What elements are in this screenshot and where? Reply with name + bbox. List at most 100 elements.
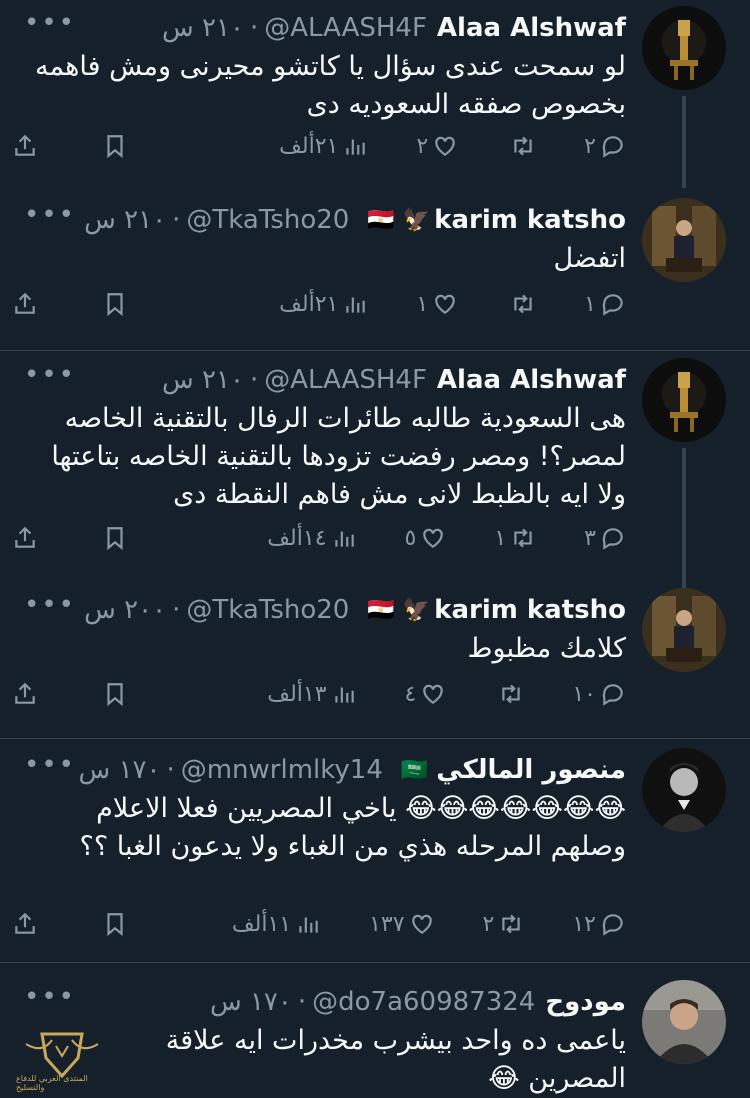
author-handle[interactable]: @ALAASH4F — [264, 13, 427, 43]
share-button[interactable] — [12, 681, 38, 707]
views-icon — [346, 297, 366, 313]
reply-icon — [602, 914, 623, 936]
like-button[interactable]: ١ — [416, 291, 458, 317]
like-button[interactable]: ٤ — [405, 681, 447, 707]
retweet-button[interactable]: ١ — [494, 525, 536, 551]
views-button[interactable]: ٢١ألف — [279, 291, 368, 317]
author-name[interactable]: مودوح — [545, 987, 626, 1017]
bookmark-icon — [107, 913, 123, 937]
views-button[interactable]: ١٤ألف — [267, 525, 356, 551]
author-name[interactable]: karim katsho — [434, 595, 626, 625]
avatar[interactable] — [642, 748, 726, 832]
tweet-actions: ٣ ١ ٥ ١٤ألف — [12, 518, 626, 558]
tweet-actions: ١٢ ٢ ١٣٧ ١١ألف — [12, 904, 626, 944]
bookmark-button[interactable] — [102, 911, 128, 937]
share-button[interactable] — [12, 525, 38, 551]
like-button[interactable]: ٢ — [416, 133, 458, 159]
tweet[interactable]: karim katsho 🦅 🇪🇬 @TkaTsho20 · ٢٠٠ س •••… — [0, 588, 750, 728]
retweet-button[interactable] — [506, 133, 536, 159]
author-name[interactable]: Alaa Alshwaf — [437, 13, 626, 43]
author-name[interactable]: karim katsho — [434, 205, 626, 235]
author-handle[interactable]: @ALAASH4F — [264, 365, 427, 395]
separator-dot: · — [249, 13, 259, 43]
reply-icon — [602, 528, 623, 550]
author-handle[interactable]: @mnwrlmlky14 — [181, 755, 383, 785]
reply-button[interactable]: ١ — [584, 291, 626, 317]
author-name[interactable]: Alaa Alshwaf — [437, 365, 626, 395]
more-options-button[interactable]: ••• — [24, 590, 76, 620]
avatar[interactable] — [642, 198, 726, 282]
tweet-header: Alaa Alshwaf @ALAASH4F · ٢١٠ س — [24, 360, 626, 400]
reply-button[interactable]: ٢ — [584, 133, 626, 159]
reply-count: ٣ — [584, 525, 596, 551]
tweet-time[interactable]: ٢١٠ س — [162, 365, 244, 395]
tweet-header: Alaa Alshwaf @ALAASH4F · ٢١٠ س — [24, 8, 626, 48]
share-button[interactable] — [12, 911, 38, 937]
more-options-button[interactable]: ••• — [24, 8, 76, 38]
bookmark-button[interactable] — [102, 681, 128, 707]
tweet-text: اتفضل — [553, 243, 626, 274]
bookmark-icon — [107, 527, 123, 551]
share-button[interactable] — [12, 133, 38, 159]
heart-icon — [435, 136, 455, 156]
heart-icon — [423, 684, 444, 704]
bookmark-button[interactable] — [102, 133, 128, 159]
thread-line — [682, 96, 686, 188]
views-button[interactable]: ١١ألف — [232, 911, 321, 937]
avatar[interactable] — [642, 980, 726, 1064]
reply-button[interactable]: ١٠ — [572, 681, 626, 707]
share-icon — [15, 526, 35, 548]
view-count: ٢١ألف — [279, 291, 339, 317]
watermark-text: المنتدى العربي للدفاع والتسليح — [16, 1074, 88, 1092]
tweet-time[interactable]: ٢٠٠ س — [84, 595, 166, 625]
like-button[interactable]: ١٣٧ — [369, 911, 434, 937]
tweet[interactable]: Alaa Alshwaf @ALAASH4F · ٢١٠ س ••• لو سم… — [0, 6, 750, 188]
bookmark-button[interactable] — [102, 291, 128, 317]
views-icon — [334, 531, 354, 547]
views-icon — [346, 139, 366, 155]
tweet-text: 😂😂😂😂😂😂😂 ياخي المصريين فعلا الاعلام وصلهم… — [79, 793, 627, 862]
flag-emoji: 🇪🇬 — [367, 597, 395, 623]
views-button[interactable]: ١٣ألف — [267, 681, 356, 707]
tweet[interactable]: منصور المالكي 🇸🇦 @mnwrlmlky14 · ١٧٠ س ••… — [0, 748, 750, 948]
author-handle[interactable]: @TkaTsho20 — [186, 205, 349, 235]
share-icon — [15, 134, 35, 156]
tweet-time[interactable]: ١٧٠ س — [79, 755, 161, 785]
author-handle[interactable]: @do7a60987324 — [312, 987, 535, 1017]
author-name[interactable]: منصور المالكي — [436, 755, 626, 785]
views-button[interactable]: ٢١ألف — [279, 133, 368, 159]
tweet-time[interactable]: ٢١٠ س — [84, 205, 166, 235]
reply-count: ٢ — [584, 133, 596, 159]
bookmark-button[interactable] — [102, 525, 128, 551]
retweet-button[interactable]: ٢ — [483, 911, 525, 937]
separator-dot: · — [249, 365, 259, 395]
tweet-time[interactable]: ١٧٠ س — [210, 987, 292, 1017]
share-button[interactable] — [12, 291, 38, 317]
avatar[interactable] — [642, 358, 726, 442]
more-options-button[interactable]: ••• — [24, 360, 76, 390]
retweet-button[interactable] — [494, 681, 524, 707]
more-options-button[interactable]: ••• — [24, 982, 76, 1012]
like-button[interactable]: ٥ — [405, 525, 447, 551]
retweet-icon — [502, 914, 521, 934]
more-options-button[interactable]: ••• — [24, 200, 76, 230]
retweet-button[interactable] — [506, 291, 536, 317]
tweet[interactable]: Alaa Alshwaf @ALAASH4F · ٢١٠ س ••• هى ال… — [0, 358, 750, 590]
avatar[interactable] — [642, 6, 726, 90]
tweet[interactable]: karim katsho 🦅 🇪🇬 @TkaTsho20 · ٢١٠ س •••… — [0, 198, 750, 338]
reply-icon — [602, 294, 623, 316]
flag-emoji: 🇸🇦 — [400, 757, 429, 783]
tweet-header: مودوح @do7a60987324 · ١٧٠ س — [24, 982, 626, 1022]
divider — [0, 350, 750, 351]
reply-button[interactable]: ٣ — [584, 525, 626, 551]
views-icon — [299, 917, 318, 933]
more-options-button[interactable]: ••• — [24, 750, 76, 780]
share-icon — [15, 912, 35, 934]
author-handle[interactable]: @TkaTsho20 — [186, 595, 349, 625]
reply-button[interactable]: ١٢ — [572, 911, 626, 937]
tweet-text: هى السعودية طالبه طائرات الرفال بالتقنية… — [51, 403, 626, 510]
avatar[interactable] — [642, 588, 726, 672]
watermark-logo: المنتدى العربي للدفاع والتسليح — [6, 1024, 118, 1094]
tweet-time[interactable]: ٢١٠ س — [162, 13, 244, 43]
reply-count: ١٠ — [572, 681, 596, 707]
